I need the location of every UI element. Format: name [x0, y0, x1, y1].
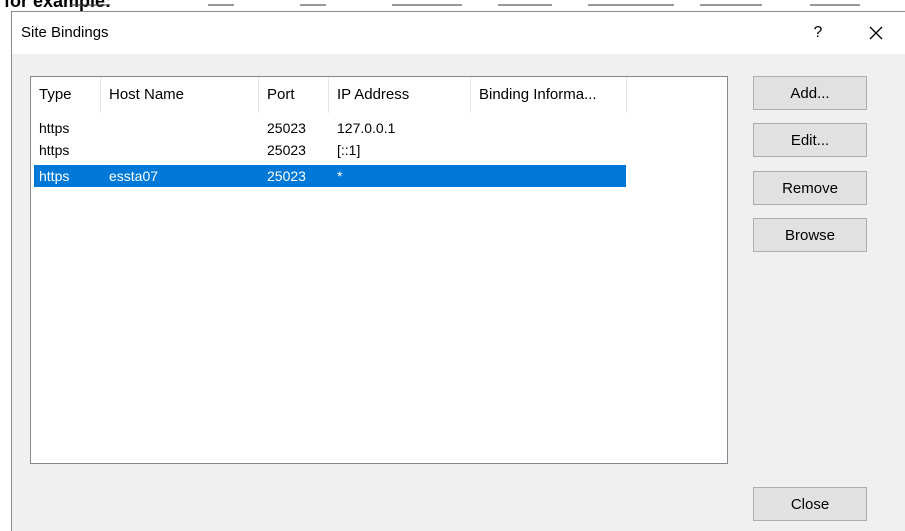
cell-host-name: essta07: [109, 168, 159, 184]
title-bar: Site Bindings ?: [12, 12, 905, 54]
bindings-header: Type Host Name Port IP Address Binding I…: [31, 77, 629, 113]
column-header-host-name[interactable]: Host Name: [101, 77, 259, 113]
column-header-ip-address[interactable]: IP Address: [329, 77, 471, 113]
help-button[interactable]: ?: [801, 18, 835, 48]
remove-button[interactable]: Remove: [753, 171, 867, 205]
dialog-title: Site Bindings: [21, 24, 109, 41]
background-toolbar-strip: [60, 0, 890, 10]
edit-button[interactable]: Edit...: [753, 123, 867, 157]
cell-ip-address: [::1]: [337, 142, 361, 158]
column-header-binding-information[interactable]: Binding Informa...: [471, 77, 627, 113]
bindings-list[interactable]: Type Host Name Port IP Address Binding I…: [30, 76, 728, 464]
add-button[interactable]: Add...: [753, 76, 867, 110]
binding-row[interactable]: https 25023 [::1]: [34, 139, 626, 161]
browse-button[interactable]: Browse: [753, 218, 867, 252]
cell-port: 25023: [267, 168, 306, 184]
site-bindings-dialog: Site Bindings ? Type Host Name Port IP A…: [11, 11, 905, 531]
cell-ip-address: 127.0.0.1: [337, 120, 396, 136]
binding-row[interactable]: https 25023 127.0.0.1: [34, 117, 626, 139]
binding-row-selected[interactable]: https essta07 25023 *: [34, 165, 626, 187]
cell-port: 25023: [267, 120, 306, 136]
close-icon: [869, 26, 883, 40]
cell-port: 25023: [267, 142, 306, 158]
cell-type: https: [39, 142, 70, 158]
close-window-button[interactable]: [859, 18, 893, 48]
cell-type: https: [39, 120, 70, 136]
column-header-port[interactable]: Port: [259, 77, 329, 113]
cell-ip-address: *: [337, 168, 343, 184]
column-header-type[interactable]: Type: [31, 77, 101, 113]
cell-type: https: [39, 168, 70, 184]
close-button[interactable]: Close: [753, 487, 867, 521]
